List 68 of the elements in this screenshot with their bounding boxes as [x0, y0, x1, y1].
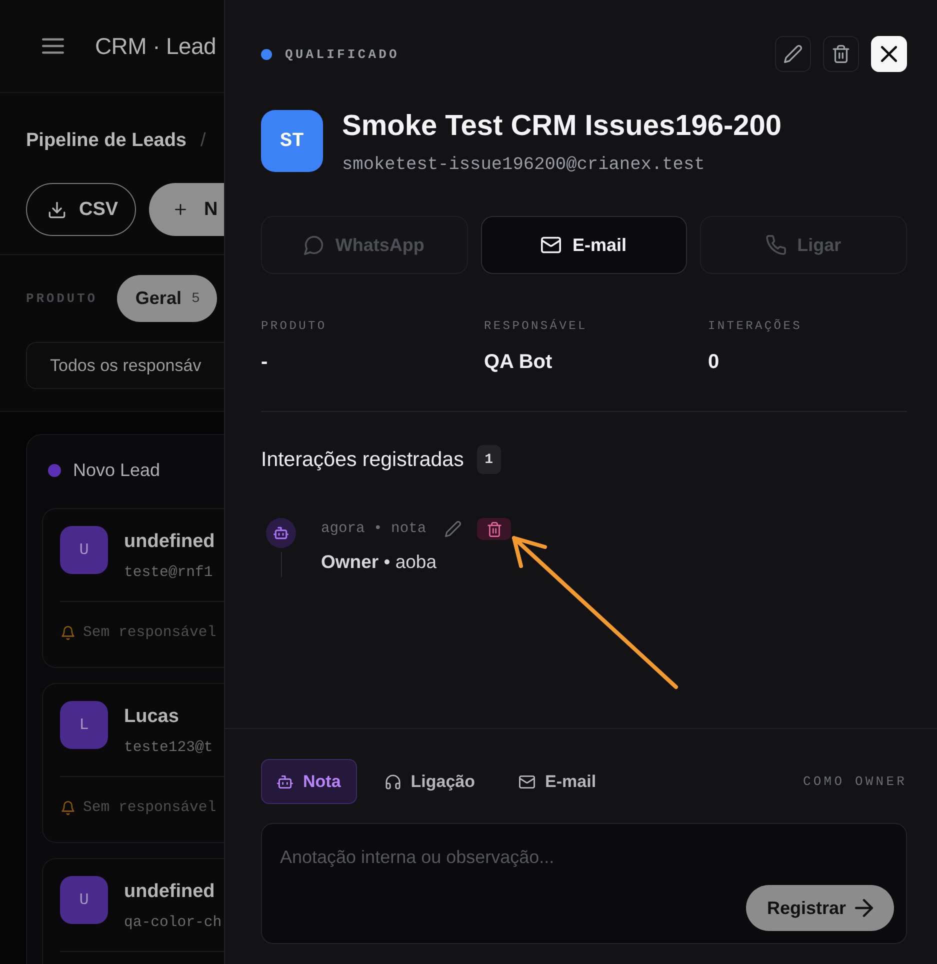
lead-avatar: U — [60, 526, 108, 574]
interaction-text: Owner • aoba — [321, 550, 438, 574]
lead-email: qa-color-ch — [124, 914, 222, 933]
count-badge: 1 — [476, 445, 501, 474]
lead-avatar: L — [60, 701, 108, 749]
composer-tab[interactable]: Nota — [261, 759, 357, 804]
note-input[interactable]: Anotação interna ou observação... — [262, 824, 906, 885]
author-label: COMO OWNER — [802, 774, 907, 789]
filter-label: PRODUTO — [26, 291, 98, 306]
lead-card[interactable]: U undefined qa-color-ch — [42, 858, 224, 964]
lead-email: teste@rnf1 — [124, 564, 214, 583]
column-title: Novo Lead — [73, 460, 160, 480]
bot-icon — [277, 774, 293, 790]
arrow-right-icon — [855, 899, 874, 917]
mail-icon — [541, 235, 562, 255]
lead-owner: Sem responsável — [83, 625, 216, 641]
trash-icon — [832, 45, 850, 63]
composer-tab[interactable]: E-mail — [503, 759, 612, 804]
stat-label: PRODUTO — [261, 318, 328, 334]
interaction-meta: agora • nota — [321, 521, 426, 537]
lead-name: undefined — [124, 880, 216, 904]
headphones-icon — [384, 774, 401, 790]
lead-card[interactable]: L Lucas teste123@t Sem responsável — [42, 683, 224, 843]
owner-select[interactable]: Todos os responsáv — [26, 342, 224, 389]
bell-icon — [61, 801, 75, 815]
menu-icon — [42, 38, 64, 54]
download-icon — [48, 200, 66, 218]
lead-name: Smoke Test CRM Issues196-200 — [342, 109, 782, 143]
bot-icon — [266, 518, 296, 548]
breadcrumb-separator: / — [200, 130, 206, 152]
section-title: Interações registradas — [261, 448, 464, 472]
stat-value: - — [261, 350, 269, 375]
stat-value: 0 — [708, 350, 720, 375]
stat-value: QA Bot — [484, 350, 554, 375]
delete-button[interactable] — [823, 36, 859, 72]
plus-icon — [173, 202, 188, 217]
lead-avatar: U — [60, 876, 108, 924]
menu-button[interactable] — [42, 38, 64, 54]
stat-label: RESPONSÁVEL — [484, 318, 588, 334]
lead-owner: Sem responsável — [83, 800, 216, 816]
lead-name: undefined — [124, 530, 215, 554]
lead-avatar: ST — [261, 110, 323, 172]
chat-bubble-icon — [304, 235, 324, 255]
stat-label: INTERAÇÕES — [708, 318, 804, 334]
trash-icon — [486, 522, 502, 536]
submit-button[interactable]: Registrar — [746, 885, 894, 931]
bell-icon — [61, 626, 75, 640]
export-button[interactable]: CSV — [26, 183, 136, 236]
breadcrumb-title[interactable]: Pipeline de Leads — [26, 130, 186, 152]
close-icon — [881, 46, 897, 62]
lead-email: teste123@t — [124, 739, 213, 758]
pencil-icon — [784, 45, 802, 63]
status-label: QUALIFICADO — [285, 46, 400, 62]
phone-icon — [766, 235, 786, 255]
filter-chip[interactable]: Geral 5 — [117, 275, 217, 322]
composer-panel[interactable]: Anotação interna ou observação... Registrar — [261, 823, 907, 944]
composer-tab[interactable]: Ligação — [368, 759, 492, 804]
pencil-icon[interactable] — [445, 521, 462, 537]
close-button[interactable] — [871, 36, 907, 72]
edit-button[interactable] — [775, 36, 811, 72]
mail-icon — [519, 774, 536, 790]
app-title: CRM · Lead — [95, 32, 216, 60]
delete-interaction-button[interactable] — [477, 518, 512, 540]
lead-card[interactable]: U undefined teste@rnf1 Sem responsável — [42, 508, 224, 668]
lead-name: Lucas — [124, 705, 180, 729]
email-button[interactable]: E-mail — [480, 216, 688, 274]
new-lead-button[interactable]: N — [149, 183, 224, 236]
lead-email: smoketest-issue196200@crianex.test — [342, 154, 706, 176]
